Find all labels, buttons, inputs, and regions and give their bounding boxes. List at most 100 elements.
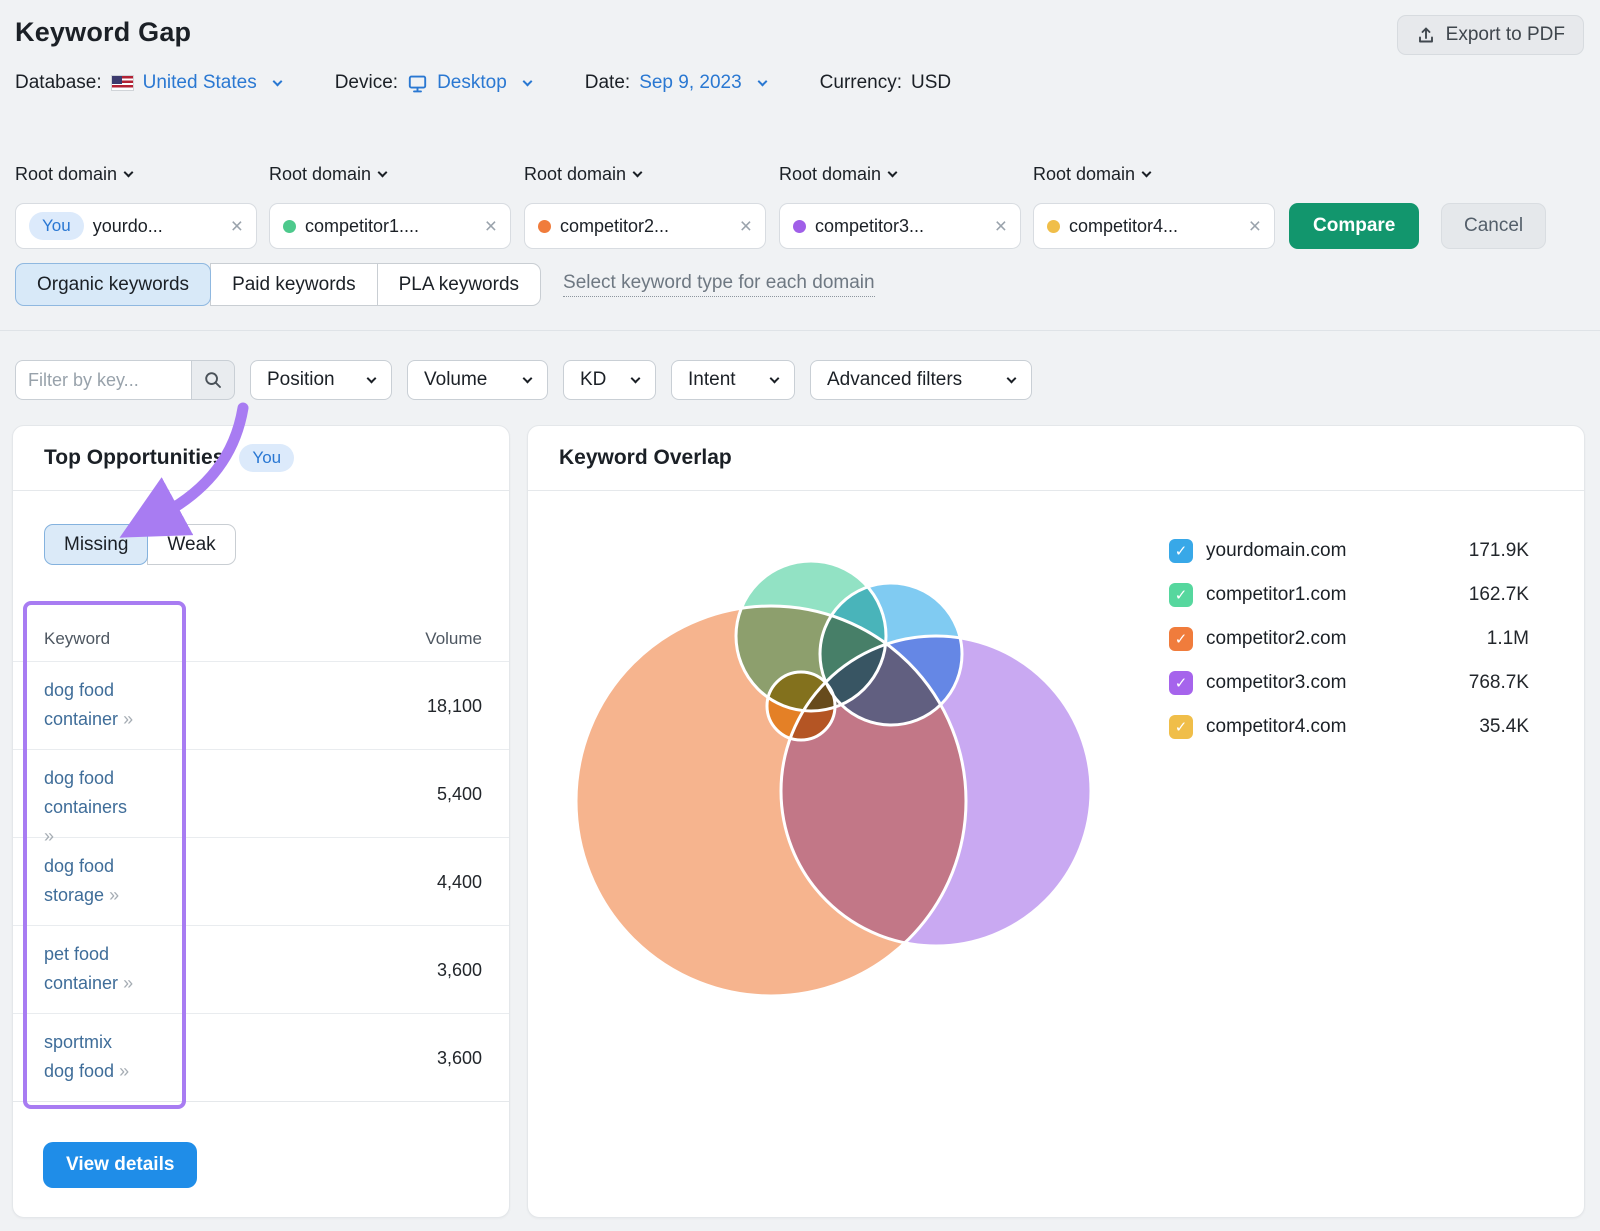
date-value[interactable]: Sep 9, 2023 bbox=[639, 72, 741, 94]
domain-column-4: Root domain competitor4... × bbox=[1033, 164, 1275, 185]
domain-chip-text: competitor2... bbox=[560, 216, 669, 237]
tab-organic-keywords[interactable]: Organic keywords bbox=[15, 263, 211, 306]
keyword-table: dog food container » 18,100 dog food con… bbox=[13, 661, 509, 1102]
legend-domain: competitor3.com bbox=[1206, 672, 1346, 694]
chevron-down-icon bbox=[633, 168, 643, 178]
keyword-link[interactable]: dog food storage » bbox=[44, 852, 139, 910]
chevron-down-icon bbox=[522, 76, 532, 86]
legend-domain: competitor4.com bbox=[1206, 716, 1346, 738]
chevron-down-icon bbox=[1142, 168, 1152, 178]
export-to-pdf-button[interactable]: Export to PDF bbox=[1397, 15, 1584, 55]
advanced-filters-dropdown[interactable]: Advanced filters bbox=[810, 360, 1032, 400]
chevron-down-icon bbox=[272, 76, 282, 86]
competitor4-dot-icon bbox=[1047, 220, 1060, 233]
remove-domain-icon[interactable]: × bbox=[485, 216, 497, 237]
remove-domain-icon[interactable]: × bbox=[995, 216, 1007, 237]
table-row: dog food container » 18,100 bbox=[13, 662, 509, 750]
competitor1-dot-icon bbox=[283, 220, 296, 233]
chevron-down-icon bbox=[1007, 373, 1017, 383]
root-domain-dropdown[interactable]: Root domain bbox=[269, 164, 386, 185]
search-icon bbox=[203, 370, 223, 390]
date-label: Date: bbox=[585, 72, 630, 94]
tab-weak[interactable]: Weak bbox=[147, 524, 235, 565]
database-value[interactable]: United States bbox=[143, 72, 257, 94]
expand-keyword-icon[interactable]: » bbox=[123, 973, 132, 993]
remove-domain-icon[interactable]: × bbox=[1249, 216, 1261, 237]
device-label: Device: bbox=[335, 72, 398, 94]
keyword-link[interactable]: pet food container » bbox=[44, 940, 139, 998]
legend-value: 171.9K bbox=[1469, 540, 1529, 562]
table-row: sportmix dog food » 3,600 bbox=[13, 1014, 509, 1102]
root-domain-dropdown[interactable]: Root domain bbox=[524, 164, 641, 185]
database-selector[interactable]: Database: United States bbox=[15, 72, 281, 94]
checkbox-competitor3[interactable]: ✓ bbox=[1169, 671, 1193, 695]
check-icon: ✓ bbox=[1175, 674, 1188, 692]
you-badge: You bbox=[239, 444, 294, 472]
domain-chip-competitor2[interactable]: competitor2... × bbox=[524, 203, 766, 249]
table-row: dog food containers » 5,400 bbox=[13, 750, 509, 838]
legend-domain: competitor1.com bbox=[1206, 584, 1346, 606]
volume-filter-dropdown[interactable]: Volume bbox=[407, 360, 548, 400]
tab-missing[interactable]: Missing bbox=[44, 524, 148, 565]
root-domain-dropdown[interactable]: Root domain bbox=[779, 164, 896, 185]
competitor3-dot-icon bbox=[793, 220, 806, 233]
tab-pla-keywords[interactable]: PLA keywords bbox=[377, 263, 541, 306]
checkbox-competitor1[interactable]: ✓ bbox=[1169, 583, 1193, 607]
legend-value: 35.4K bbox=[1479, 716, 1529, 738]
expand-keyword-icon[interactable]: » bbox=[123, 709, 132, 729]
expand-keyword-icon[interactable]: » bbox=[119, 1061, 128, 1081]
domain-selectors: Root domain You yourdo... × Root domain … bbox=[15, 164, 1585, 254]
checkbox-competitor2[interactable]: ✓ bbox=[1169, 627, 1193, 651]
remove-domain-icon[interactable]: × bbox=[231, 216, 243, 237]
search-button[interactable] bbox=[191, 360, 235, 400]
root-domain-dropdown[interactable]: Root domain bbox=[1033, 164, 1150, 185]
checkbox-yourdomain[interactable]: ✓ bbox=[1169, 539, 1193, 563]
kd-filter-dropdown[interactable]: KD bbox=[563, 360, 656, 400]
venn-legend: ✓ yourdomain.com 171.9K ✓ competitor1.co… bbox=[1169, 529, 1529, 749]
keyword-overlap-venn-diagram[interactable] bbox=[546, 546, 1106, 1016]
domain-chip-competitor4[interactable]: competitor4... × bbox=[1033, 203, 1275, 249]
compare-button[interactable]: Compare bbox=[1289, 203, 1419, 249]
table-row: dog food storage » 4,400 bbox=[13, 838, 509, 926]
volume-column-header: Volume bbox=[425, 629, 482, 649]
legend-row-competitor4: ✓ competitor4.com 35.4K bbox=[1169, 705, 1529, 749]
position-filter-dropdown[interactable]: Position bbox=[250, 360, 392, 400]
currency-display: Currency: USD bbox=[820, 72, 951, 94]
expand-keyword-icon[interactable]: » bbox=[109, 885, 118, 905]
volume-value: 5,400 bbox=[437, 750, 482, 838]
chevron-down-icon bbox=[757, 76, 767, 86]
date-selector[interactable]: Date: Sep 9, 2023 bbox=[585, 72, 766, 94]
panel-title: Top Opportunities bbox=[44, 446, 224, 470]
domain-chip-yourdomain[interactable]: You yourdo... × bbox=[15, 203, 257, 249]
keyword-link[interactable]: dog food container » bbox=[44, 676, 139, 734]
section-divider bbox=[0, 330, 1600, 331]
keyword-link[interactable]: sportmix dog food » bbox=[44, 1028, 139, 1086]
table-header: Keyword Volume bbox=[13, 621, 509, 661]
keyword-overlap-panel: Keyword Overlap ✓ yourdomain.com bbox=[527, 425, 1585, 1218]
export-icon bbox=[1416, 25, 1436, 45]
top-opportunities-header: Top Opportunities You bbox=[13, 426, 509, 491]
device-selector[interactable]: Device: Desktop bbox=[335, 72, 531, 94]
currency-value: USD bbox=[911, 72, 951, 94]
intent-filter-dropdown[interactable]: Intent bbox=[671, 360, 795, 400]
device-value[interactable]: Desktop bbox=[437, 72, 507, 94]
view-details-button[interactable]: View details bbox=[43, 1142, 197, 1188]
report-settings-bar: Database: United States Device: Desktop … bbox=[15, 72, 951, 94]
domain-chip-competitor1[interactable]: competitor1.... × bbox=[269, 203, 511, 249]
domain-chip-text: competitor3... bbox=[815, 216, 924, 237]
volume-value: 3,600 bbox=[437, 926, 482, 1014]
root-domain-dropdown[interactable]: Root domain bbox=[15, 164, 132, 185]
legend-value: 1.1M bbox=[1487, 628, 1529, 650]
checkbox-competitor4[interactable]: ✓ bbox=[1169, 715, 1193, 739]
desktop-icon bbox=[407, 73, 428, 94]
remove-domain-icon[interactable]: × bbox=[740, 216, 752, 237]
chevron-down-icon bbox=[770, 373, 780, 383]
select-keyword-type-link[interactable]: Select keyword type for each domain bbox=[563, 272, 875, 297]
search-input[interactable] bbox=[15, 360, 191, 400]
legend-row-competitor1: ✓ competitor1.com 162.7K bbox=[1169, 573, 1529, 617]
domain-chip-text: competitor4... bbox=[1069, 216, 1178, 237]
domain-chip-competitor3[interactable]: competitor3... × bbox=[779, 203, 1021, 249]
tab-paid-keywords[interactable]: Paid keywords bbox=[210, 263, 378, 306]
check-icon: ✓ bbox=[1175, 586, 1188, 604]
cancel-button[interactable]: Cancel bbox=[1441, 203, 1546, 249]
